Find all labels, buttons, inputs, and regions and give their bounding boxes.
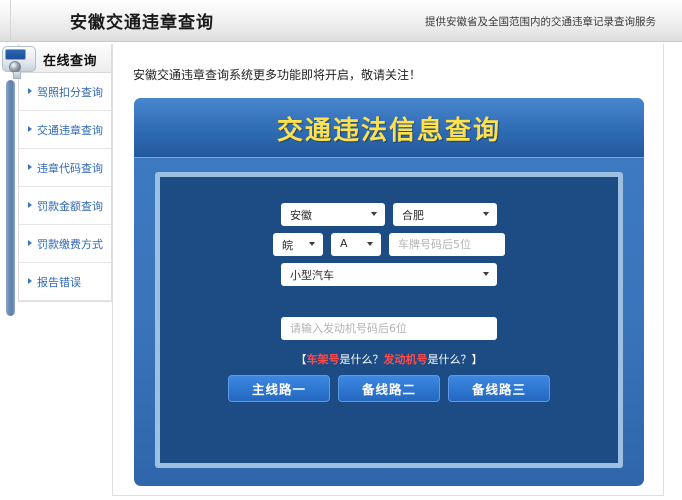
arrow-right-icon: [28, 278, 32, 284]
vin-help-suffix: 是什么？: [340, 353, 384, 366]
sidebar-item-label: 违章代码查询: [37, 160, 103, 176]
vehicle-type-select[interactable]: 小型汽车: [281, 263, 497, 286]
arrow-right-icon: [28, 240, 32, 246]
arrow-right-icon: [28, 202, 32, 208]
arrow-right-icon: [28, 164, 32, 170]
sidebar-item-label: 报告错误: [37, 274, 81, 290]
sidebar-item-fine-amount[interactable]: 罚款金额查询: [19, 187, 111, 225]
form-row-plate: 皖 A: [160, 233, 618, 256]
page-title: 安徽交通违章查询: [70, 8, 214, 33]
sidebar: 在线查询 驾照扣分查询 交通违章查询 违章代码查询 罚款金额查询 罚款缴费方式 …: [18, 44, 112, 302]
sidebar-item-label: 交通违章查询: [37, 122, 103, 138]
backup-route-3-button[interactable]: 备线路三: [448, 375, 550, 402]
main-content-panel: 安徽交通违章查询系统更多功能即将开启，敬请关注！ 交通违法信息查询 安徽 合肥: [112, 44, 664, 496]
sidebar-item-label: 驾照扣分查询: [37, 84, 103, 100]
engine-help-link[interactable]: 发动机号: [384, 353, 428, 366]
monitor-stand: [13, 72, 21, 79]
bracket-close: 】: [472, 353, 483, 366]
vertical-rail: [6, 80, 15, 316]
engine-number-input[interactable]: [281, 317, 497, 340]
form-row-region: 安徽 合肥: [160, 203, 618, 226]
city-value: 合肥: [402, 207, 424, 223]
plate-number-input[interactable]: [389, 233, 505, 256]
sidebar-rail-decoration: [6, 80, 15, 316]
arrow-right-icon: [28, 88, 32, 94]
chevron-down-icon: [371, 212, 377, 216]
sidebar-item-report-error[interactable]: 报告错误: [19, 263, 111, 301]
province-value: 安徽: [290, 207, 312, 223]
online-query-monitor-icon: [2, 46, 38, 80]
plate-prefix-select[interactable]: 皖: [273, 233, 323, 256]
chevron-down-icon: [483, 272, 489, 276]
sidebar-item-payment-method[interactable]: 罚款缴费方式: [19, 225, 111, 263]
arrow-right-icon: [28, 126, 32, 132]
engine-help-suffix: 是什么？: [428, 353, 472, 366]
widget-frame: 安徽 合肥 皖 A: [155, 172, 623, 468]
chevron-down-icon: [367, 242, 373, 246]
monitor-screen: [5, 49, 26, 60]
form-row-vehicle-type: 小型汽车: [160, 263, 618, 286]
sidebar-item-label: 罚款缴费方式: [37, 236, 103, 252]
plate-letter-value: A: [340, 237, 348, 250]
vehicle-type-value: 小型汽车: [290, 267, 334, 283]
plate-letter-select[interactable]: A: [331, 233, 381, 256]
query-widget: 交通违法信息查询 安徽 合肥 皖: [134, 98, 644, 486]
sidebar-item-label: 罚款金额查询: [37, 198, 103, 214]
help-links: 【车架号是什么？发动机号是什么？】: [160, 351, 618, 367]
query-form: 安徽 合肥 皖 A: [160, 177, 618, 463]
widget-title-bar: 交通违法信息查询: [134, 98, 644, 158]
sidebar-menu: 驾照扣分查询 交通违章查询 违章代码查询 罚款金额查询 罚款缴费方式 报告错误: [19, 73, 111, 301]
sidebar-item-violation-code[interactable]: 违章代码查询: [19, 149, 111, 187]
top-header: 安徽交通违章查询 提供安徽省及全国范围内的交通违章记录查询服务: [0, 0, 682, 42]
city-select[interactable]: 合肥: [393, 203, 497, 226]
backup-route-2-button[interactable]: 备线路二: [338, 375, 440, 402]
form-row-engine: [160, 317, 618, 340]
notice-text: 安徽交通违章查询系统更多功能即将开启，敬请关注！: [133, 66, 421, 83]
vin-help-link[interactable]: 车架号: [307, 353, 340, 366]
primary-route-button[interactable]: 主线路一: [228, 375, 330, 402]
form-row-submit-buttons: 主线路一 备线路二 备线路三: [160, 375, 618, 402]
widget-title: 交通违法信息查询: [134, 110, 644, 147]
chevron-down-icon: [483, 212, 489, 216]
form-row-help-links: 【车架号是什么？发动机号是什么？】: [160, 351, 618, 367]
sidebar-item-traffic-violation[interactable]: 交通违章查询: [19, 111, 111, 149]
bracket-open: 【: [296, 353, 307, 366]
site-tagline: 提供安徽省及全国范围内的交通违章记录查询服务: [425, 14, 656, 29]
province-select[interactable]: 安徽: [281, 203, 385, 226]
chevron-down-icon: [309, 242, 315, 246]
sidebar-heading: 在线查询: [43, 50, 97, 69]
plate-prefix-value: 皖: [282, 237, 293, 253]
